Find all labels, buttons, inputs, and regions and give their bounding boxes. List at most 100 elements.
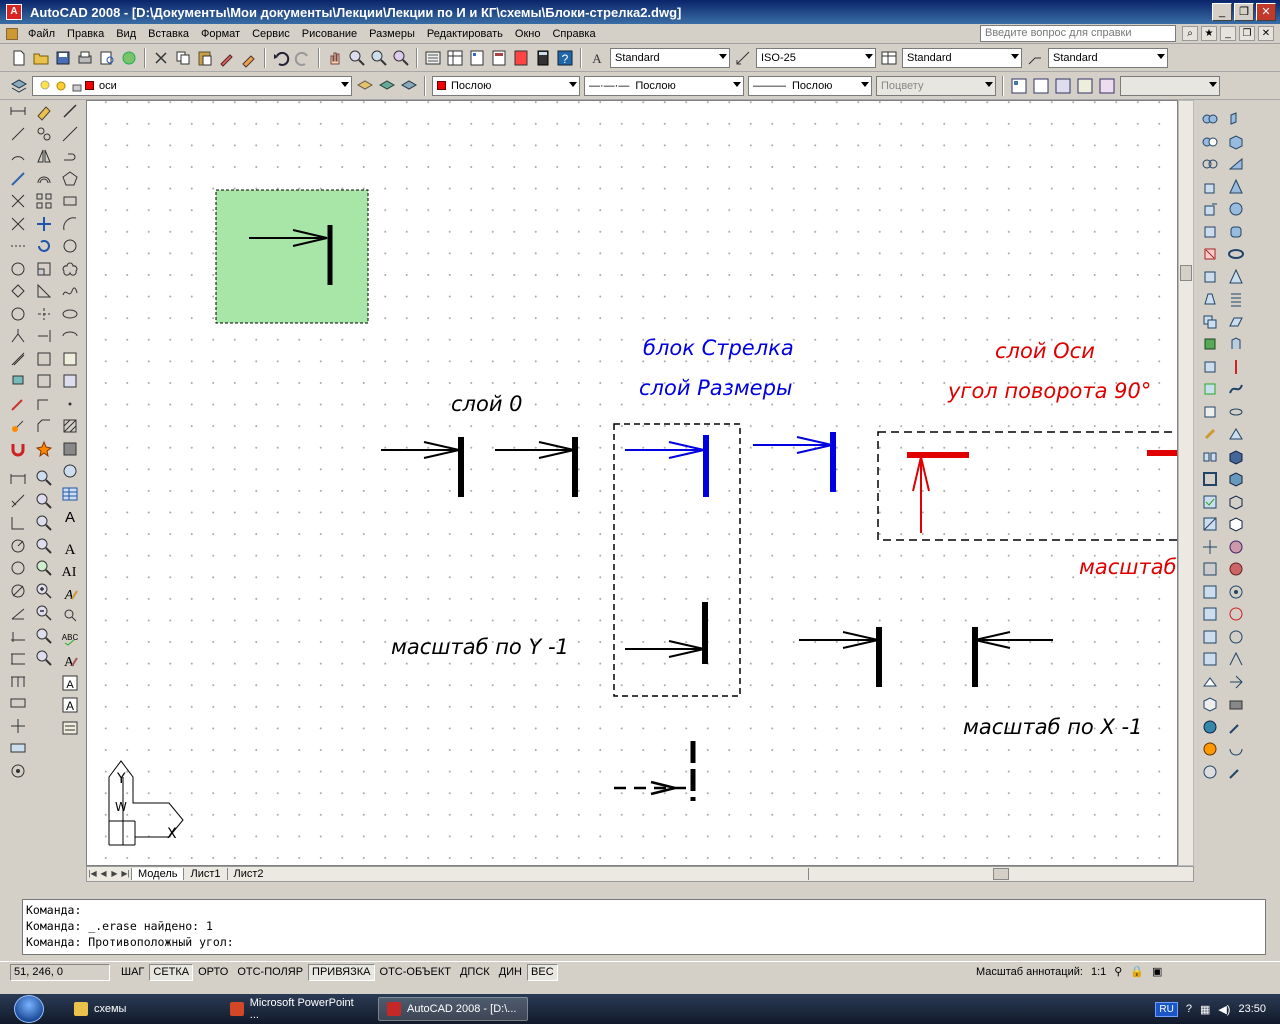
named-views-icon[interactable] bbox=[1226, 739, 1246, 760]
planar-surface-icon[interactable] bbox=[1226, 312, 1246, 333]
layer-manager-icon[interactable] bbox=[9, 76, 29, 96]
break-icon[interactable] bbox=[34, 371, 54, 392]
layer-states-icon[interactable] bbox=[399, 76, 419, 96]
grid-toggle[interactable]: СЕТКА bbox=[149, 963, 194, 981]
cone-icon[interactable] bbox=[1226, 177, 1246, 198]
minimize-button[interactable]: _ bbox=[1212, 3, 1232, 21]
text-style-select[interactable]: Standard bbox=[610, 47, 730, 68]
subtract-icon[interactable] bbox=[1200, 132, 1220, 153]
menu-insert[interactable]: Вставка bbox=[142, 28, 195, 40]
ellipse-arc-icon[interactable] bbox=[60, 326, 80, 347]
arrow-scale-x-b[interactable] bbox=[972, 627, 1053, 687]
plot-preview-icon[interactable] bbox=[97, 48, 117, 68]
block-editor-icon[interactable] bbox=[239, 48, 259, 68]
find-text-icon[interactable] bbox=[60, 605, 80, 626]
presspull-icon[interactable] bbox=[1226, 357, 1246, 378]
autocad-app-icon[interactable]: A bbox=[6, 4, 22, 20]
line-icon[interactable] bbox=[60, 101, 80, 122]
radius-icon[interactable] bbox=[8, 191, 28, 212]
arrow-dims-a[interactable] bbox=[625, 435, 709, 497]
dim-angular-2-icon[interactable] bbox=[8, 603, 28, 624]
command-line[interactable]: Команда: Команда: _.erase найдено: 1 Ком… bbox=[22, 899, 1266, 955]
tab-last-icon[interactable]: ▶| bbox=[120, 868, 131, 880]
edit-text-icon[interactable]: A bbox=[60, 583, 80, 604]
dim-radius-2-icon[interactable] bbox=[8, 536, 28, 557]
markup-icon[interactable] bbox=[511, 48, 531, 68]
justify-text-icon[interactable]: A bbox=[60, 695, 80, 716]
dim-diameter-2-icon[interactable] bbox=[8, 581, 28, 602]
tolerance-icon[interactable] bbox=[8, 394, 28, 415]
search-icon[interactable]: ⌕ bbox=[1182, 26, 1198, 41]
object-viewport-icon[interactable] bbox=[1075, 76, 1095, 96]
vertical-scroll-thumb[interactable] bbox=[1180, 265, 1192, 281]
dim-tolerance-2-icon[interactable] bbox=[8, 693, 28, 714]
free-orbit-icon[interactable] bbox=[1226, 604, 1246, 625]
zoom-realtime-icon[interactable] bbox=[347, 48, 367, 68]
mleader-style-select[interactable]: Standard bbox=[1048, 47, 1168, 68]
dyn-toggle[interactable]: ДИН bbox=[495, 964, 526, 981]
menu-help[interactable]: Справка bbox=[546, 28, 601, 40]
redo-icon[interactable] bbox=[293, 48, 313, 68]
tool-palettes-icon[interactable] bbox=[467, 48, 487, 68]
taper-faces-icon[interactable] bbox=[1200, 289, 1220, 310]
zoom-window-left-icon[interactable] bbox=[34, 468, 54, 489]
cylinder-icon[interactable] bbox=[1226, 222, 1246, 243]
arrow-layer0-b[interactable] bbox=[495, 437, 578, 497]
close-button[interactable]: ✕ bbox=[1256, 3, 1276, 21]
extrude-icon[interactable] bbox=[1226, 334, 1246, 355]
view-manager-icon[interactable] bbox=[1226, 717, 1246, 738]
loft-icon[interactable] bbox=[1226, 424, 1246, 445]
lock-icon[interactable] bbox=[70, 79, 84, 93]
point-icon[interactable] bbox=[60, 394, 80, 415]
camera-icon[interactable] bbox=[1226, 694, 1246, 715]
help-search-input[interactable]: Введите вопрос для справки bbox=[980, 25, 1176, 42]
make-current-icon[interactable] bbox=[355, 76, 375, 96]
taskbar-item-powerpoint[interactable]: Microsoft PowerPoint ... bbox=[222, 997, 372, 1021]
make-block-icon[interactable] bbox=[60, 371, 80, 392]
properties-icon[interactable] bbox=[423, 48, 443, 68]
zoom-scale-icon[interactable] bbox=[34, 513, 54, 534]
tab-first-icon[interactable]: |◀ bbox=[87, 868, 98, 880]
help-icon[interactable]: ? bbox=[555, 48, 575, 68]
hatch-icon[interactable] bbox=[60, 416, 80, 437]
menu-format[interactable]: Формат bbox=[195, 28, 246, 40]
horizontal-scrollbar[interactable] bbox=[808, 868, 1172, 880]
zoom-previous-icon[interactable] bbox=[391, 48, 411, 68]
layer-previous-icon[interactable] bbox=[377, 76, 397, 96]
start-button[interactable] bbox=[0, 994, 60, 1024]
mleader-style-icon[interactable] bbox=[1025, 48, 1045, 68]
taskbar-item-autocad[interactable]: AutoCAD 2008 - [D:\... bbox=[378, 997, 528, 1021]
match-properties-icon[interactable] bbox=[217, 48, 237, 68]
single-line-text-icon[interactable]: AI bbox=[60, 560, 80, 581]
move-icon[interactable] bbox=[34, 214, 54, 235]
open-file-icon[interactable] bbox=[31, 48, 51, 68]
tab-sheet2[interactable]: Лист2 bbox=[226, 868, 270, 880]
torus-icon[interactable] bbox=[1226, 244, 1246, 265]
check-icon[interactable] bbox=[1200, 492, 1220, 513]
separate-icon[interactable] bbox=[1200, 447, 1220, 468]
rotate-icon[interactable] bbox=[34, 236, 54, 257]
arrow-scale-x-a[interactable] bbox=[799, 627, 882, 687]
selected-block-highlight[interactable] bbox=[215, 189, 369, 324]
text-icon[interactable]: A bbox=[60, 538, 80, 559]
volume-icon[interactable]: ◀) bbox=[1218, 1003, 1230, 1016]
text-style-tool-icon[interactable]: A bbox=[60, 650, 80, 671]
publish-icon[interactable] bbox=[119, 48, 139, 68]
continue-icon[interactable] bbox=[8, 326, 28, 347]
cut-icon[interactable] bbox=[151, 48, 171, 68]
copy-edges-icon[interactable] bbox=[1200, 357, 1220, 378]
scale-icon[interactable] bbox=[34, 259, 54, 280]
copy-icon[interactable] bbox=[173, 48, 193, 68]
aligned-dim-icon[interactable] bbox=[8, 124, 28, 145]
taskbar-item-folder[interactable]: схемы bbox=[66, 997, 216, 1021]
circle-icon[interactable] bbox=[60, 236, 80, 257]
lights-icon[interactable] bbox=[1200, 762, 1220, 783]
3dface-icon[interactable] bbox=[1200, 672, 1220, 693]
menu-draw[interactable]: Рисование bbox=[296, 28, 363, 40]
array-icon[interactable] bbox=[34, 191, 54, 212]
material-icon[interactable] bbox=[1200, 739, 1220, 760]
hidden-icon[interactable] bbox=[1226, 514, 1246, 535]
menu-window[interactable]: Окно bbox=[509, 28, 547, 40]
menu-view[interactable]: Вид bbox=[110, 28, 142, 40]
stretch-icon[interactable] bbox=[34, 281, 54, 302]
